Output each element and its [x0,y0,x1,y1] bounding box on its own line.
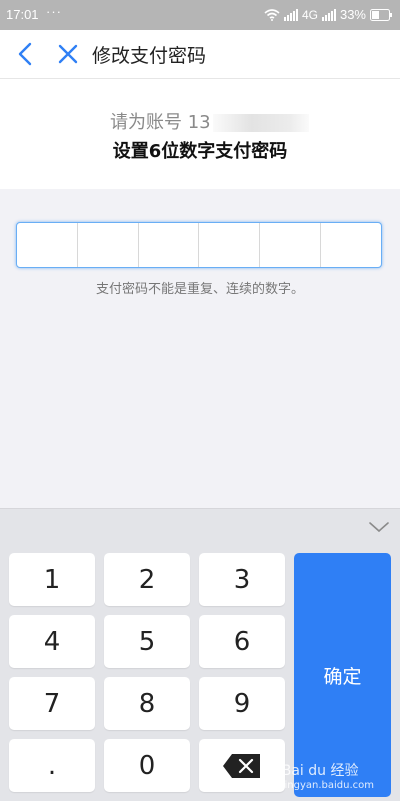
signal-icon [283,8,298,21]
pin-hint: 支付密码不能是重复、连续的数字。 [95,282,304,297]
close-icon[interactable] [54,40,82,68]
chevron-down-icon[interactable] [368,519,390,535]
pin-input[interactable] [16,222,382,268]
key-5[interactable]: 5 [104,615,190,668]
key-0[interactable]: 0 [104,739,190,792]
key-7[interactable]: 7 [9,677,95,730]
account-mask [212,114,309,132]
network-type: 4G [301,7,318,22]
pin-cell[interactable] [139,223,200,267]
status-more-dots: ··· [46,4,62,19]
account-line: 请为账号 13 [110,108,309,134]
nav-bar: 修改支付密码 [0,30,400,79]
key-8[interactable]: 8 [104,677,190,730]
watermark-url: jingyan.baidu.com [281,780,374,791]
instruction-text: 设置6位数字支付密码 [112,141,288,162]
backspace-button[interactable] [199,739,285,792]
wifi-icon [264,8,280,21]
signal-icon-2 [321,8,336,21]
key-dot[interactable]: . [9,739,95,792]
watermark-brand: Bai du 经验 [281,763,359,779]
key-3[interactable]: 3 [199,553,285,606]
numeric-keyboard: 1 2 3 4 5 6 7 8 9 . 0 确定 Bai du 经验 jingy… [0,508,400,801]
key-2[interactable]: 2 [104,553,190,606]
status-time: 17:01 [6,7,39,22]
battery-percent: 33% [339,7,366,22]
key-6[interactable]: 6 [199,615,285,668]
pin-cell[interactable] [17,223,78,267]
key-9[interactable]: 9 [199,677,285,730]
status-bar: 17:01 ··· 4G 33% [0,0,400,30]
backspace-icon [223,753,260,778]
watermark: Bai du 经验 jingyan.baidu.com [282,760,374,791]
instruction-card: 请为账号 13 设置6位数字支付密码 [0,79,400,189]
pin-cell[interactable] [260,223,322,267]
battery-icon [370,8,392,21]
pin-cell[interactable] [78,223,139,267]
key-4[interactable]: 4 [9,615,95,668]
key-1[interactable]: 1 [9,553,95,606]
back-arrow-icon[interactable] [12,40,40,68]
page-title: 修改支付密码 [92,45,207,67]
pin-cell[interactable] [321,223,381,267]
pin-cell[interactable] [199,223,261,267]
status-right: 4G 33% [264,7,392,22]
account-prefix: 请为账号 13 [110,112,211,133]
